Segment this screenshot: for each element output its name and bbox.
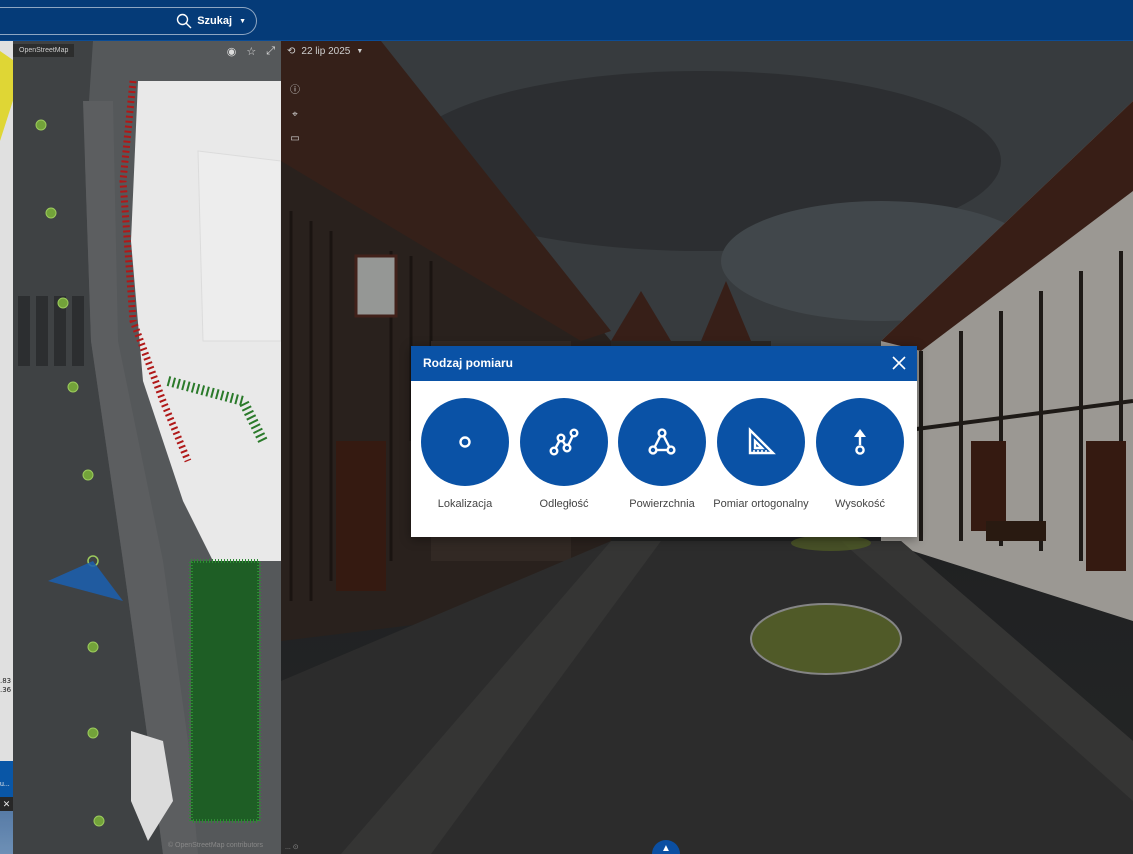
- search-box[interactable]: Szukaj ▼: [0, 7, 257, 35]
- history-icon: ⟲: [287, 46, 296, 57]
- option-label: Powierzchnia: [629, 498, 695, 510]
- map-attribution-top: OpenStreetMap: [13, 44, 75, 57]
- option-label: Lokalizacja: [437, 498, 493, 510]
- area-button[interactable]: [618, 398, 706, 486]
- point-icon: [459, 436, 471, 448]
- search-button[interactable]: Szukaj ▼: [176, 12, 246, 30]
- date-label: 22 lip 2025: [301, 46, 351, 57]
- height-icon: [854, 429, 866, 455]
- orthogonal-icon: [748, 427, 776, 455]
- search-label: Szukaj: [197, 15, 233, 27]
- map-toolbar: ◉ ☆ ⤢: [227, 45, 275, 58]
- search-icon: [177, 13, 192, 29]
- comment-icon[interactable]: ▭: [288, 132, 302, 146]
- map-attribution-bottom: © OpenStreetMap contributors: [167, 842, 263, 849]
- info-icon[interactable]: ⓘ: [288, 84, 302, 98]
- top-bar: Szukaj ▼: [0, 0, 1133, 41]
- star-icon[interactable]: ☆: [246, 45, 256, 58]
- area-icon: [648, 428, 676, 455]
- option-label: Odległość: [539, 498, 589, 510]
- option-orthogonal[interactable]: Pomiar ortogonalny: [711, 398, 811, 512]
- measurement-type-dialog: Rodzaj pomiaru Lokalizacja Odległość Pow…: [411, 346, 917, 537]
- side-panel-strip: .83 .36 u... ✕: [0, 41, 13, 854]
- height-button[interactable]: [816, 398, 904, 486]
- photo-status: ... ⊙: [285, 844, 299, 851]
- location-button[interactable]: [421, 398, 509, 486]
- eye-icon[interactable]: ◉: [227, 45, 237, 58]
- crosshair-icon[interactable]: ⌖: [288, 108, 302, 122]
- chevron-down-icon: ▼: [239, 17, 246, 25]
- option-location[interactable]: Lokalizacja: [415, 398, 515, 512]
- chevron-up-icon: ▲: [661, 843, 671, 854]
- app-window: Szukaj ▼ .83 .36 u... ✕ OpenStreetMap ◉ …: [0, 0, 1133, 854]
- option-height[interactable]: Wysokość: [810, 398, 910, 512]
- expand-icon[interactable]: ⤢: [266, 45, 275, 58]
- dim-overlay: [0, 41, 13, 854]
- chevron-down-icon: ▼: [356, 48, 364, 55]
- option-area[interactable]: Powierzchnia: [612, 398, 712, 512]
- dialog-header: Rodzaj pomiaru: [411, 346, 917, 381]
- dialog-title: Rodzaj pomiaru: [423, 356, 514, 370]
- option-distance[interactable]: Odległość: [514, 398, 614, 512]
- option-label: Wysokość: [834, 498, 886, 510]
- orthogonal-button[interactable]: [717, 398, 805, 486]
- point-cloud-map[interactable]: [13, 41, 281, 854]
- distance-button[interactable]: [520, 398, 608, 486]
- option-label: Pomiar ortogonalny: [713, 498, 809, 510]
- map-panel[interactable]: OpenStreetMap ◉ ☆ ⤢ © OpenStreetMap cont…: [13, 41, 281, 854]
- date-selector[interactable]: ⟲ 22 lip 2025 ▼: [287, 46, 363, 57]
- distance-icon: [549, 428, 579, 456]
- close-icon[interactable]: [889, 353, 909, 373]
